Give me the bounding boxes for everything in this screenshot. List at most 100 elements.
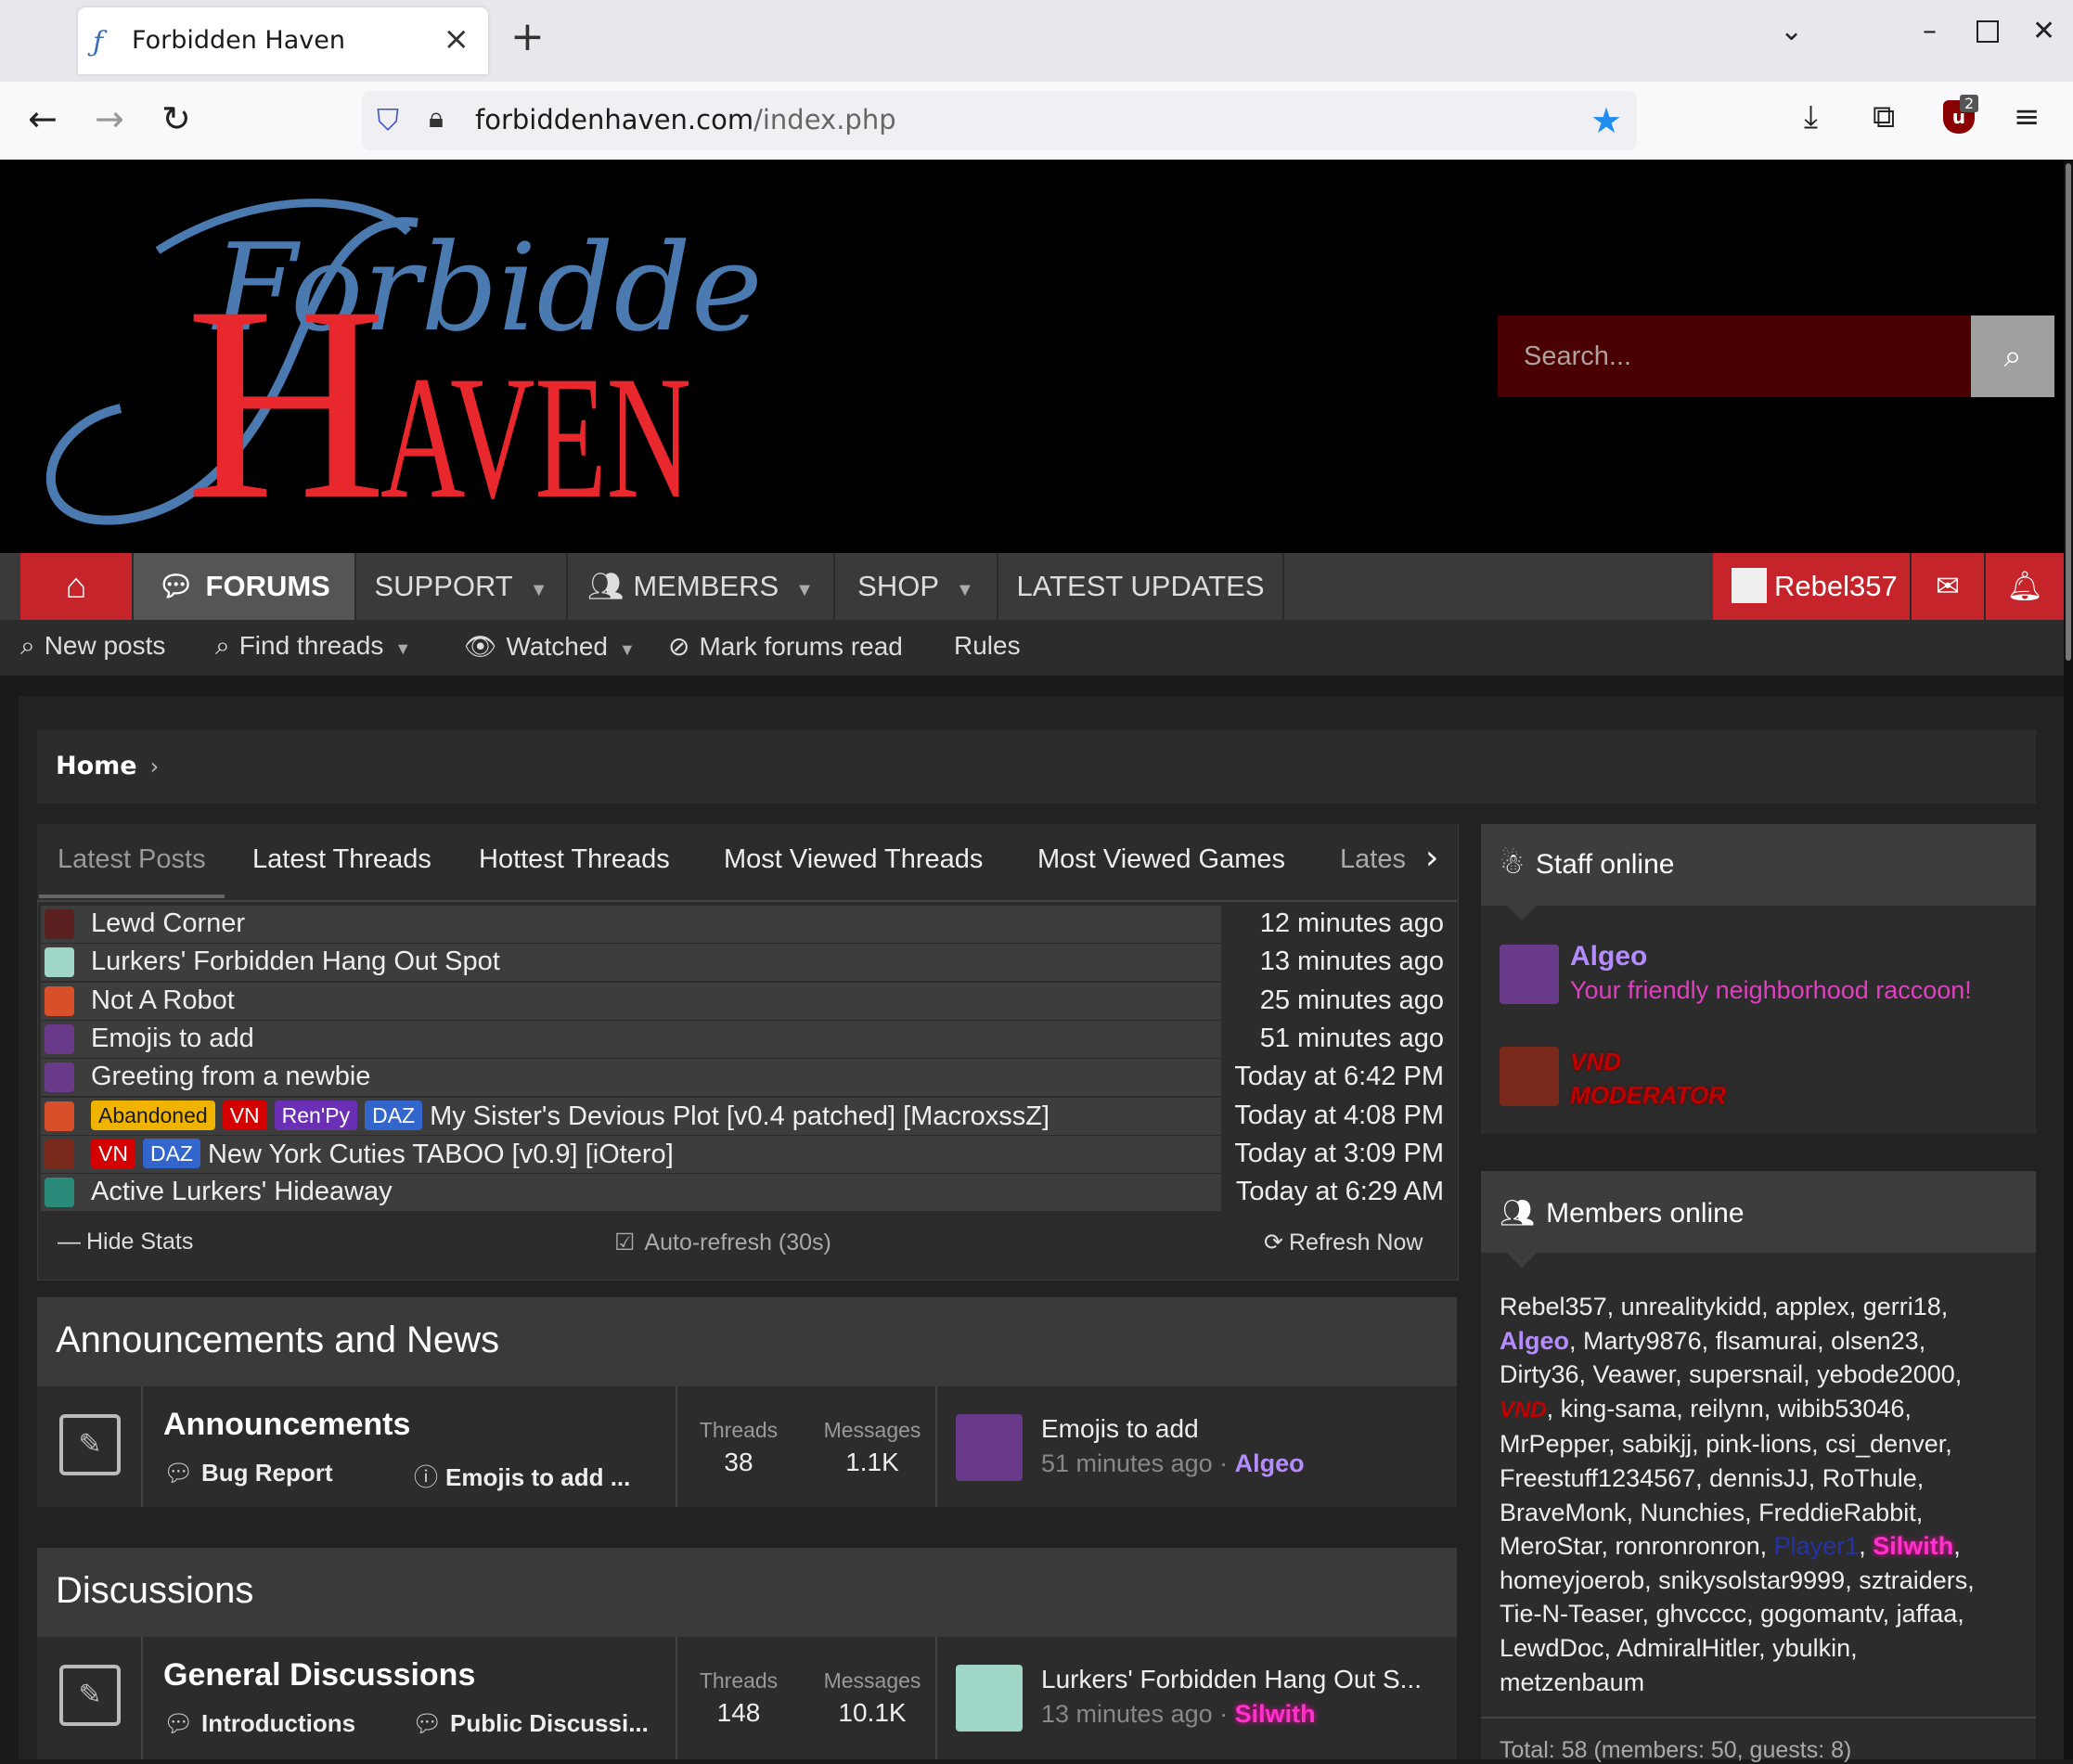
subnav-find-threads[interactable]: ⌕ Find threads ▼ [215, 631, 411, 662]
breadcrumb-home[interactable]: Home › [56, 752, 159, 780]
extensions-icon[interactable]: ⧉ [1873, 98, 1895, 135]
avatar[interactable] [45, 1062, 74, 1093]
avatar[interactable] [1500, 1047, 1559, 1106]
chevron-down-icon[interactable]: ▼ [795, 580, 814, 600]
tab-latest-threads[interactable]: Latest Threads [252, 844, 431, 875]
avatar[interactable] [956, 1665, 1023, 1732]
maximize-icon[interactable] [1976, 20, 1999, 43]
thread-prefix-badge[interactable]: VN [222, 1100, 267, 1130]
chevron-down-icon[interactable]: ▼ [530, 580, 548, 600]
members-online-list[interactable]: Rebel357, unrealitykidd, applex, gerri18… [1500, 1290, 2019, 1699]
member-names[interactable]: MrPepper, sabikjj, pink-lions, csi_denve… [1500, 1430, 1952, 1458]
nav-tab-support[interactable]: SUPPORT ▼ [356, 553, 568, 620]
chevron-right-icon[interactable]: › [1425, 839, 1438, 877]
auto-refresh-checkbox[interactable]: ☑ Auto-refresh (30s) [614, 1229, 831, 1256]
tab-most-viewed-games[interactable]: Most Viewed Games [1037, 844, 1285, 875]
thread-title[interactable]: Not A Robot [91, 985, 235, 1016]
member-names[interactable]: , king-sama, reilynn, wibib53046, [1547, 1395, 1912, 1423]
member-names[interactable]: Freestuff1234567, dennisJJ, RoThule, [1500, 1464, 1924, 1492]
last-post-user[interactable]: Silwith [1235, 1700, 1316, 1728]
member-names[interactable]: BraveMonk, Nunchies, FreddieRabbit, [1500, 1499, 1923, 1526]
last-post-title[interactable]: Lurkers' Forbidden Hang Out S... [1041, 1665, 1422, 1694]
thread-title[interactable]: Active Lurkers' Hideaway [91, 1177, 393, 1207]
thread-title[interactable]: Lewd Corner [91, 908, 245, 939]
nav-tab-shop[interactable]: SHOP ▼ [835, 553, 998, 620]
thread-prefix-badge[interactable]: DAZ [365, 1100, 423, 1130]
app-menu-icon[interactable]: ≡ [2014, 98, 2041, 135]
subnav-rules[interactable]: Rules [954, 631, 1021, 661]
subforum-link[interactable]: 💬︎ Bug Report [163, 1459, 333, 1487]
avatar[interactable] [45, 985, 74, 1016]
subnav-watched[interactable]: 👁︎ Watched ▼ [464, 631, 636, 662]
downloads-icon[interactable]: ⤓ [1804, 98, 1818, 135]
chevron-down-icon[interactable]: ▼ [619, 640, 636, 659]
member-names[interactable]: homeyjoerob, snikysolstar9999, sztraider… [1500, 1566, 1975, 1594]
member-name-vnd[interactable]: VND [1500, 1397, 1547, 1423]
forum-title[interactable]: Announcements [163, 1407, 410, 1443]
staff-member-name[interactable]: VND [1570, 1045, 1621, 1078]
lock-icon[interactable]: 🔒︎ [429, 102, 444, 135]
thread-title[interactable]: Abandoned VN Ren'Py DAZ My Sister's Devious … [91, 1100, 1049, 1132]
alerts-button[interactable]: 🔔︎ [1986, 553, 2064, 620]
member-names[interactable]: metzenbaum [1500, 1668, 1644, 1696]
inbox-button[interactable]: ✉ [1912, 553, 1986, 620]
scrollbar-thumb[interactable] [2066, 163, 2071, 661]
hide-stats-button[interactable]: — Hide Stats [58, 1229, 193, 1255]
tracking-shield-icon[interactable]: ⛉ [377, 102, 399, 138]
browser-tab[interactable]: ƒ Forbidden Haven × [78, 7, 488, 74]
stats-row[interactable]: VN DAZ New York Cuties TABOO [v0.9] [iOter… [41, 1135, 1449, 1173]
tab-list-chevron-icon[interactable]: ⌄ [1780, 15, 1803, 47]
reload-icon[interactable]: ↻ [161, 98, 191, 139]
nav-tab-latest-updates[interactable]: LATEST UPDATES [998, 553, 1284, 620]
last-post-title[interactable]: Emojis to add [1041, 1414, 1199, 1444]
stats-row[interactable]: Lurkers' Forbidden Hang Out Spot 13 minut… [41, 944, 1449, 982]
member-names[interactable]: LewdDoc, AdmiralHitler, ybulkin, [1500, 1634, 1858, 1662]
member-names[interactable]: Rebel357, unrealitykidd, applex, gerri18… [1500, 1293, 1948, 1320]
nav-tab-members[interactable]: 👥︎ MEMBERS ▼ [568, 553, 835, 620]
tab-latest-more[interactable]: Lates [1340, 844, 1406, 875]
refresh-now-button[interactable]: ⟳ Refresh Now [1264, 1229, 1423, 1256]
avatar[interactable] [45, 1024, 74, 1054]
thread-prefix-badge[interactable]: DAZ [142, 1138, 200, 1168]
url-text[interactable]: forbiddenhaven.com/index.php [475, 104, 896, 135]
avatar[interactable] [45, 909, 74, 939]
forum-title[interactable]: General Discussions [163, 1657, 475, 1693]
member-names[interactable]: Dirty36, Veawer, supersnail, yebode2000, [1500, 1360, 1962, 1388]
nav-home-button[interactable]: ⌂ [20, 553, 134, 620]
subforum-link[interactable]: ⓘ Emojis to add ... [414, 1459, 630, 1493]
minimize-icon[interactable]: – [1923, 15, 1937, 47]
subnav-new-posts[interactable]: ⌕ New posts [20, 631, 165, 662]
account-menu-button[interactable]: Rebel357 [1713, 553, 1912, 620]
member-name-player[interactable]: Player1 [1774, 1532, 1860, 1560]
avatar[interactable] [45, 947, 74, 978]
member-name-algeo[interactable]: Algeo [1500, 1327, 1569, 1355]
stats-row[interactable]: Not A Robot 25 minutes ago [41, 982, 1449, 1020]
avatar[interactable] [956, 1414, 1023, 1481]
member-name-silwith[interactable]: Silwith [1873, 1532, 1953, 1560]
member-names[interactable]: , Marty9876, flsamurai, olsen23, [1569, 1327, 1925, 1355]
search-input[interactable] [1498, 315, 1971, 397]
subforum-link[interactable]: 💬︎ Public Discussi... [412, 1709, 649, 1738]
category-title[interactable]: Discussions [56, 1570, 253, 1612]
search-button[interactable]: ⌕ [1971, 315, 2054, 397]
avatar[interactable] [45, 1139, 74, 1169]
avatar[interactable] [1500, 945, 1559, 1004]
stats-row[interactable]: Lewd Corner 12 minutes ago [41, 906, 1449, 943]
stats-row[interactable]: Active Lurkers' Hideaway Today at 6:29 AM [41, 1174, 1449, 1212]
back-icon[interactable]: ← [28, 98, 58, 139]
stats-row[interactable]: Abandoned VN Ren'Py DAZ My Sister's Devious … [41, 1097, 1449, 1135]
nav-tab-forums[interactable]: 💬︎ FORUMS [134, 553, 356, 620]
chevron-down-icon[interactable]: ▼ [394, 639, 411, 658]
subnav-mark-forums-read[interactable]: ⊘ Mark forums read [668, 631, 903, 662]
thread-title[interactable]: VN DAZ New York Cuties TABOO [v0.9] [iOter… [91, 1138, 674, 1170]
stats-row[interactable]: Greeting from a newbie Today at 6:42 PM [41, 1059, 1449, 1097]
thread-title[interactable]: Lurkers' Forbidden Hang Out Spot [91, 946, 500, 977]
thread-title[interactable]: Emojis to add [91, 1024, 254, 1054]
site-logo[interactable]: Forbidden H AVEN [19, 176, 761, 538]
category-title[interactable]: Announcements and News [56, 1320, 499, 1361]
thread-prefix-badge[interactable]: VN [91, 1138, 135, 1168]
bookmark-star-icon[interactable]: ★ [1590, 100, 1622, 141]
last-post-user[interactable]: Algeo [1235, 1449, 1305, 1477]
staff-member-name[interactable]: Algeo [1570, 941, 1647, 972]
subforum-link[interactable]: 💬︎ Introductions [163, 1709, 355, 1738]
